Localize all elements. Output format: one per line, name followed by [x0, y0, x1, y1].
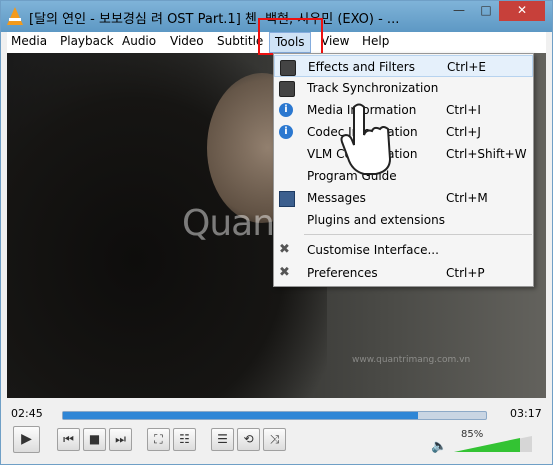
menu-view[interactable]: View [321, 34, 349, 48]
menu-item-label: Customise Interface... [307, 243, 439, 257]
seek-bar[interactable] [62, 411, 487, 420]
fullscreen-icon: ⛶ [154, 432, 163, 446]
volume-level [454, 438, 520, 452]
info-icon: i [279, 103, 293, 117]
menu-item-label: Preferences [307, 266, 378, 280]
menu-item-shortcut: Ctrl+Shift+W [446, 147, 527, 161]
menu-item-vlm-config[interactable]: VLM Configuration Ctrl+Shift+W [274, 143, 533, 165]
menu-item-shortcut: Ctrl+M [446, 191, 488, 205]
extended-settings-button[interactable]: ☷ [173, 428, 196, 451]
menu-item-preferences[interactable]: ✖ Preferences Ctrl+P [274, 262, 533, 284]
maximize-button[interactable]: □ [473, 1, 499, 21]
next-button[interactable]: ⏭ [109, 428, 132, 451]
messages-icon [279, 191, 295, 207]
menu-item-customise-interface[interactable]: ✖ Customise Interface... [274, 239, 533, 261]
volume-slider[interactable] [454, 436, 532, 452]
minimize-button[interactable]: — [445, 1, 473, 21]
tools-icon: ✖ [279, 265, 290, 280]
menu-item-track-sync[interactable]: Track Synchronization [274, 77, 533, 99]
stop-icon: ■ [88, 432, 101, 446]
menu-item-label: Messages [307, 191, 366, 205]
equalizer-icon [280, 60, 296, 76]
loop-icon: ⟲ [243, 432, 254, 446]
menu-item-shortcut: Ctrl+P [446, 266, 485, 280]
total-time: 03:17 [510, 407, 542, 420]
menu-subtitle[interactable]: Subtitle [217, 34, 263, 48]
menu-item-shortcut: Ctrl+E [447, 60, 486, 74]
playlist-button[interactable]: ☰ [211, 428, 234, 451]
loop-button[interactable]: ⟲ [237, 428, 260, 451]
shuffle-icon: ⤨ [269, 432, 280, 446]
vlc-cone-icon [7, 7, 23, 25]
pointing-hand-cursor-icon [340, 103, 392, 175]
menu-item-media-info[interactable]: i Media Information Ctrl+I [274, 99, 533, 121]
menu-audio[interactable]: Audio [122, 34, 156, 48]
playlist-icon: ☰ [217, 432, 228, 446]
menu-video[interactable]: Video [170, 34, 204, 48]
menu-item-shortcut: Ctrl+I [446, 103, 481, 117]
menu-item-label: Track Synchronization [307, 81, 439, 95]
vlc-window: [달의 연인 - 보보경심 려 OST Part.1] 첸, 백현, 시우민 (… [0, 0, 553, 465]
play-button[interactable]: ▶ [13, 426, 40, 453]
menu-playback[interactable]: Playback [60, 34, 114, 48]
next-icon: ⏭ [115, 432, 126, 446]
seek-progress [63, 412, 419, 419]
info-icon: i [279, 125, 293, 139]
menu-item-plugins[interactable]: Plugins and extensions [274, 209, 533, 231]
menu-item-messages[interactable]: Messages Ctrl+M [274, 187, 533, 209]
previous-button[interactable]: ⏮ [57, 428, 80, 451]
menu-item-effects-filters[interactable]: Effects and Filters Ctrl+E [274, 55, 533, 77]
menu-item-shortcut: Ctrl+J [446, 125, 481, 139]
window-title: [달의 연인 - 보보경심 려 OST Part.1] 첸, 백현, 시우민 (… [29, 12, 400, 27]
equalizer-icon [279, 81, 295, 97]
play-icon: ▶ [21, 431, 32, 447]
speaker-icon[interactable]: 🔈 [431, 439, 447, 454]
stop-button[interactable]: ■ [83, 428, 106, 451]
shuffle-button[interactable]: ⤨ [263, 428, 286, 451]
highlight-box [258, 18, 323, 55]
close-button[interactable]: ✕ [499, 1, 545, 21]
sliders-icon: ☷ [179, 432, 190, 446]
menu-separator [304, 234, 532, 235]
player-controls: 02:45 03:17 ▶ ⏮ ■ ⏭ ⛶ ☷ ☰ ⟲ ⤨ 🔈 85% [7, 398, 546, 460]
menu-item-program-guide[interactable]: Program Guide [274, 165, 533, 187]
elapsed-time: 02:45 [11, 407, 43, 420]
menu-help[interactable]: Help [362, 34, 389, 48]
tools-dropdown: Effects and Filters Ctrl+E Track Synchro… [273, 53, 534, 287]
menu-item-label: Plugins and extensions [307, 213, 445, 227]
menu-media[interactable]: Media [11, 34, 47, 48]
menu-item-label: Effects and Filters [308, 60, 415, 74]
tools-icon: ✖ [279, 242, 290, 257]
fullscreen-button[interactable]: ⛶ [147, 428, 170, 451]
watermark-url: www.quantrimang.com.vn [352, 355, 471, 365]
previous-icon: ⏮ [63, 432, 74, 446]
menu-item-codec-info[interactable]: i Codec Information Ctrl+J [274, 121, 533, 143]
